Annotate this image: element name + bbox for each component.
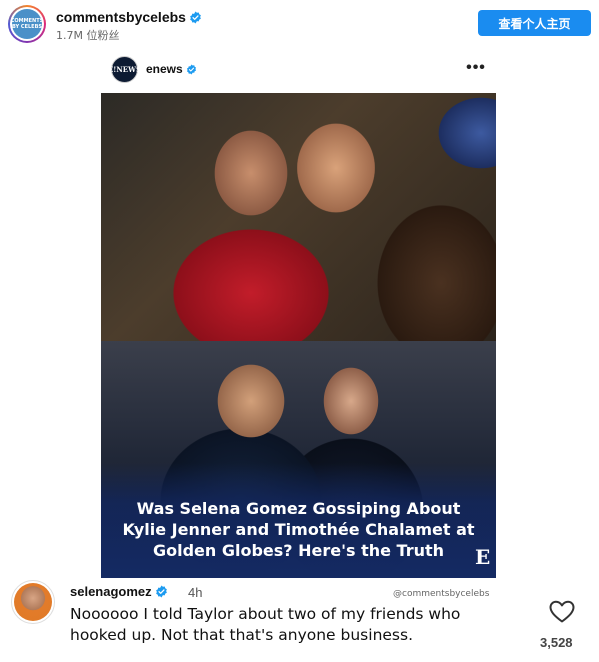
comment-text: Noooooo I told Taylor about two of my fr… bbox=[70, 605, 461, 644]
post-image[interactable]: Was Selena Gomez Gossiping About Kylie J… bbox=[101, 93, 496, 578]
post-header: COMMENTS BY CELEBS commentsbycelebs 1.7M… bbox=[0, 0, 599, 48]
account-name-text[interactable]: commentsbycelebs bbox=[56, 9, 186, 25]
post-image-top-photo bbox=[101, 93, 496, 341]
e-news-logo: E bbox=[475, 545, 491, 569]
heart-icon[interactable] bbox=[549, 600, 575, 624]
enews-avatar[interactable]: E!NEWS bbox=[108, 56, 141, 83]
account-avatar[interactable]: COMMENTS BY CELEBS bbox=[8, 5, 46, 43]
follower-count: 1.7M 位粉丝 bbox=[56, 29, 120, 42]
watermark: @commentsbycelebs bbox=[393, 589, 490, 599]
like-count: 3,528 bbox=[540, 635, 573, 650]
more-options-icon[interactable]: ••• bbox=[464, 56, 488, 80]
account-name[interactable]: commentsbycelebs bbox=[56, 9, 202, 25]
enews-account-name-text[interactable]: enews bbox=[146, 62, 183, 76]
commenter-avatar[interactable] bbox=[11, 580, 55, 624]
comment-timestamp: 4h bbox=[188, 585, 203, 600]
account-avatar-logo: COMMENTS BY CELEBS bbox=[11, 9, 43, 39]
embedded-post: E!NEWS enews ••• Was Selena Gomez Gossip… bbox=[60, 48, 540, 578]
verified-badge-icon bbox=[190, 11, 201, 24]
verified-badge-icon bbox=[155, 585, 167, 598]
post-headline: Was Selena Gomez Gossiping About Kylie J… bbox=[122, 499, 475, 560]
commenter-name[interactable]: selenagomez bbox=[70, 584, 168, 599]
enews-account-name[interactable]: enews bbox=[146, 62, 197, 76]
commenter-name-text[interactable]: selenagomez bbox=[70, 584, 152, 599]
verified-badge-icon bbox=[186, 64, 196, 75]
view-profile-button[interactable]: 查看个人主页 bbox=[478, 10, 591, 36]
